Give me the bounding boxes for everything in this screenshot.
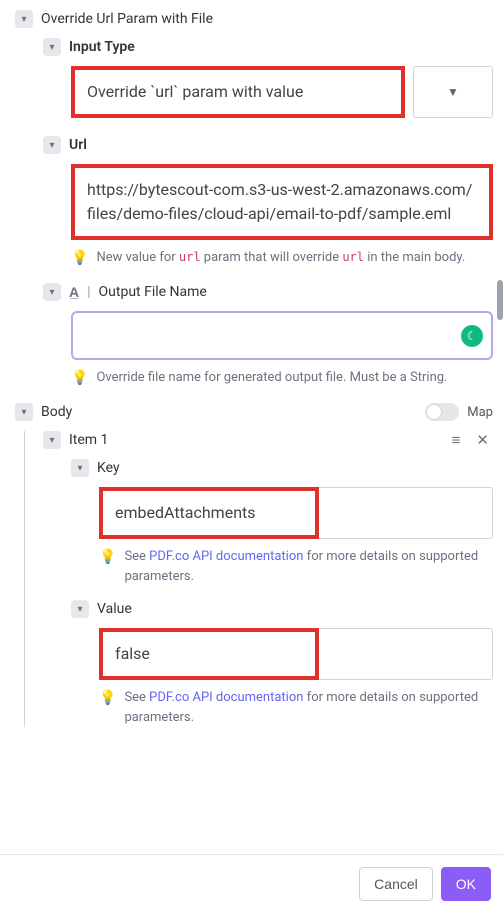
collapse-toggle[interactable]: ▾: [43, 38, 61, 56]
output-file-input-wrap[interactable]: ☾: [71, 311, 493, 360]
lightbulb-icon: 💡: [99, 688, 116, 727]
url-hint: New value for url param that will overri…: [96, 248, 465, 269]
menu-icon[interactable]: ≡: [448, 431, 465, 449]
map-toggle[interactable]: [425, 403, 459, 421]
output-file-hint: Override file name for generated output …: [96, 368, 447, 389]
value-input-extra[interactable]: [319, 628, 493, 680]
moon-icon[interactable]: ☾: [461, 325, 483, 347]
key-hint: See PDF.co API documentation for more de…: [124, 547, 493, 586]
font-icon: A̲: [69, 284, 79, 301]
lightbulb-icon: 💡: [99, 547, 116, 586]
collapse-toggle[interactable]: ▾: [43, 431, 61, 449]
override-section-label: Override Url Param with File: [41, 11, 213, 27]
key-input[interactable]: embedAttachments: [99, 487, 319, 539]
ok-button[interactable]: OK: [441, 867, 491, 901]
body-label: Body: [41, 404, 72, 420]
api-doc-link[interactable]: PDF.co API documentation: [149, 690, 303, 705]
cancel-button[interactable]: Cancel: [359, 867, 433, 901]
lightbulb-icon: 💡: [71, 368, 88, 389]
lightbulb-icon: 💡: [71, 248, 88, 269]
chevron-down-icon: ▼: [447, 85, 459, 99]
input-type-value[interactable]: Override `url` param with value: [71, 66, 405, 118]
collapse-toggle[interactable]: ▾: [15, 403, 33, 421]
collapse-toggle[interactable]: ▾: [71, 600, 89, 618]
map-label: Map: [467, 405, 493, 420]
collapse-toggle[interactable]: ▾: [71, 459, 89, 477]
url-input[interactable]: https://bytescout-com.s3-us-west-2.amazo…: [71, 164, 493, 240]
input-type-dropdown[interactable]: ▼: [413, 66, 493, 118]
collapse-toggle[interactable]: ▾: [15, 10, 33, 28]
item1-label: Item 1: [69, 432, 108, 448]
value-hint: See PDF.co API documentation for more de…: [124, 688, 493, 727]
url-label: Url: [69, 137, 87, 153]
key-input-extra[interactable]: [319, 487, 493, 539]
input-type-label: Input Type: [69, 39, 135, 55]
close-icon[interactable]: ✕: [472, 431, 493, 449]
api-doc-link[interactable]: PDF.co API documentation: [149, 549, 303, 564]
collapse-toggle[interactable]: ▾: [43, 136, 61, 154]
output-file-label: Output File Name: [99, 284, 207, 300]
collapse-toggle[interactable]: ▾: [43, 283, 61, 301]
value-label: Value: [97, 601, 132, 617]
output-file-input[interactable]: [81, 319, 461, 352]
scrollbar[interactable]: [497, 280, 503, 320]
key-label: Key: [97, 460, 120, 476]
value-input[interactable]: false: [99, 628, 319, 680]
